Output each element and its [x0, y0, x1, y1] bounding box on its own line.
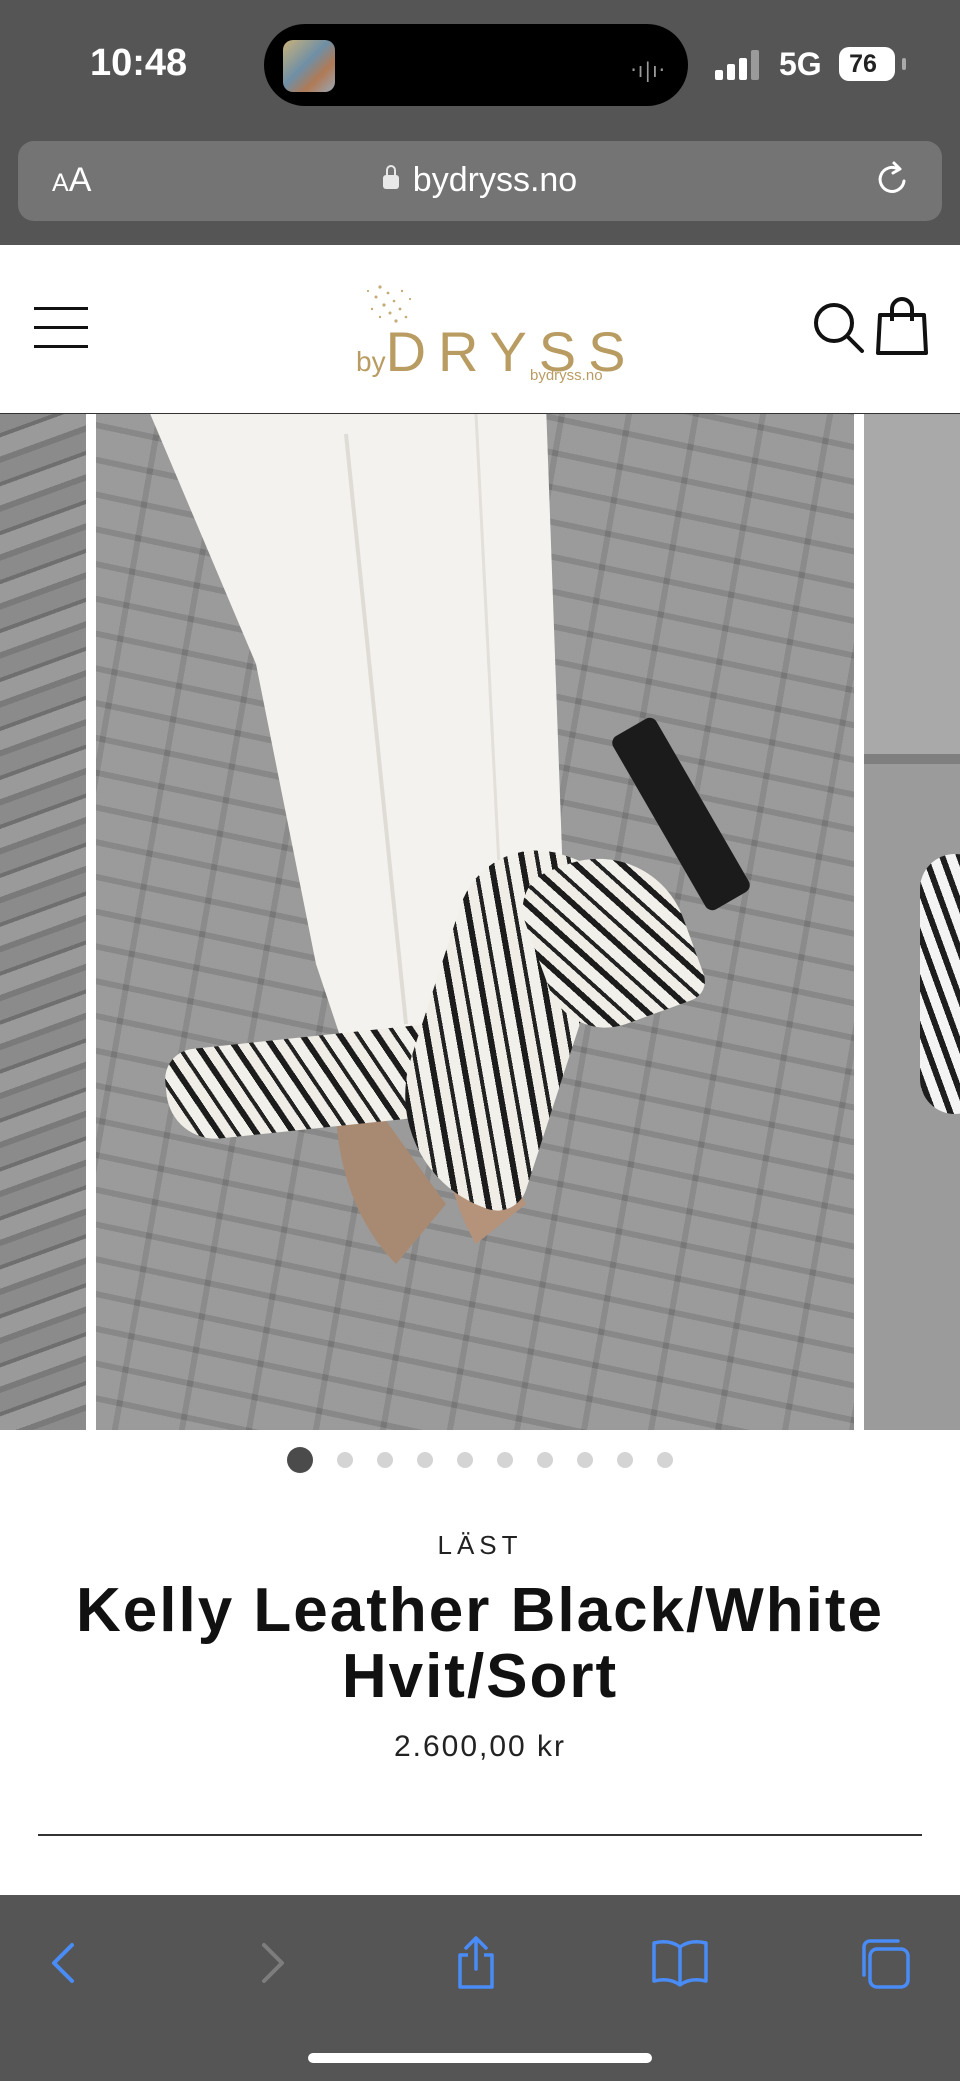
gallery-pagination: [0, 1447, 960, 1473]
pagination-dot-10[interactable]: [657, 1452, 673, 1468]
home-indicator[interactable]: [308, 2053, 652, 2063]
tabs-icon[interactable]: [856, 1933, 916, 1993]
browser-toolbar: [0, 1895, 960, 2081]
pagination-dot-8[interactable]: [577, 1452, 593, 1468]
pagination-dot-4[interactable]: [417, 1452, 433, 1468]
browser-top-bar: AA bydryss.no: [0, 135, 960, 245]
url-text: bydryss.no: [412, 161, 578, 199]
site-logo[interactable]: byDRYSS bydryss.no: [340, 279, 626, 389]
status-bar: 10:48 ·ı|ı· 5G 76: [0, 0, 960, 135]
hamburger-menu-icon[interactable]: [34, 307, 88, 349]
address-bar[interactable]: AA bydryss.no: [18, 141, 942, 221]
pagination-dot-6[interactable]: [497, 1452, 513, 1468]
pagination-dot-1[interactable]: [287, 1447, 313, 1473]
pagination-dot-3[interactable]: [377, 1452, 393, 1468]
pagination-dot-7[interactable]: [537, 1452, 553, 1468]
shopping-bag-icon[interactable]: [876, 297, 928, 355]
now-playing-artwork: [283, 40, 335, 92]
gallery-slide-next[interactable]: [864, 414, 960, 1430]
pagination-dot-5[interactable]: [457, 1452, 473, 1468]
pagination-dot-2[interactable]: [337, 1452, 353, 1468]
divider: [38, 1834, 922, 1836]
share-icon[interactable]: [446, 1933, 506, 1993]
forward-icon[interactable]: [242, 1933, 302, 1993]
logo-by: by: [356, 346, 386, 377]
product-price: 2.600,00 kr: [393, 1730, 567, 1763]
status-time: 10:48: [90, 42, 188, 84]
next-shoe-image: [920, 854, 960, 1114]
battery-nub: [902, 58, 906, 70]
white-trousers-image: [150, 414, 566, 1264]
network-type: 5G: [779, 46, 822, 82]
battery-icon: 76: [839, 47, 895, 81]
url-field[interactable]: bydryss.no: [18, 161, 942, 200]
battery-level: 76: [849, 50, 877, 78]
product-title: Kelly Leather Black/White Hvit/Sort: [75, 1576, 885, 1711]
lock-icon: [382, 165, 399, 189]
audio-waveform-icon: ·ı|ı·: [630, 58, 666, 82]
pagination-dot-9[interactable]: [617, 1452, 633, 1468]
signal-strength-icon: [715, 50, 765, 80]
search-icon[interactable]: [812, 301, 866, 355]
product-gallery[interactable]: [0, 414, 960, 1430]
product-vendor[interactable]: LÄST: [0, 1530, 960, 1561]
reload-icon[interactable]: [872, 159, 912, 199]
back-icon[interactable]: [34, 1933, 94, 1993]
bookmarks-icon[interactable]: [650, 1933, 710, 1993]
site-header: byDRYSS bydryss.no: [0, 245, 960, 415]
dynamic-island[interactable]: ·ı|ı·: [264, 24, 688, 106]
logo-subtitle: bydryss.no: [530, 367, 603, 384]
gallery-slide-previous[interactable]: [0, 414, 86, 1430]
gallery-slide-current[interactable]: [96, 414, 854, 1430]
